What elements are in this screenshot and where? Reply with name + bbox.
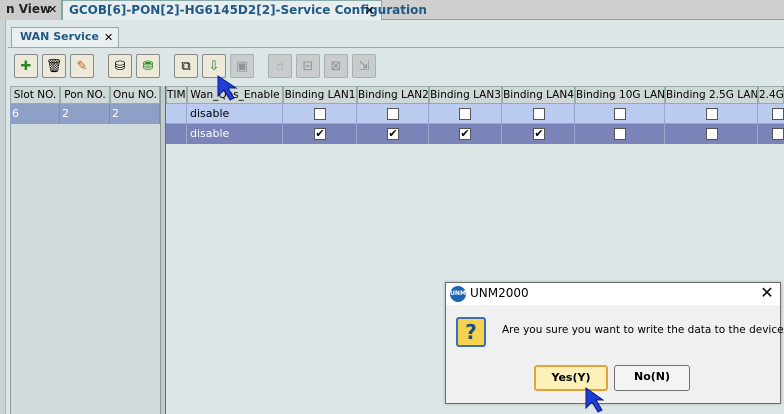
side-splitter[interactable] <box>0 20 6 414</box>
checkbox-lan4[interactable]: ✔ <box>533 128 545 140</box>
cell-pon[interactable]: 2 <box>60 104 110 124</box>
checkbox-lan1[interactable] <box>314 108 326 120</box>
close-icon[interactable]: ✕ <box>48 3 57 16</box>
disabled-tool-icon: ⇲ <box>358 58 370 74</box>
column-header-slot[interactable]: Slot NO. <box>10 86 60 104</box>
checkbox-24g[interactable] <box>772 108 784 120</box>
disabled-tool-button[interactable]: ⊠ <box>324 54 348 78</box>
tab-view[interactable]: n View ✕ <box>0 0 62 20</box>
no-button-label: No(N) <box>633 370 671 383</box>
cell-wan-qos[interactable]: disable <box>187 104 283 124</box>
column-header-time[interactable]: TIME <box>166 86 187 104</box>
close-icon[interactable]: ✕ <box>756 283 778 305</box>
no-button[interactable]: No(N) <box>614 365 690 391</box>
delete-icon: 🗑 <box>45 58 63 74</box>
divider <box>8 47 784 48</box>
cell-time[interactable] <box>166 124 187 144</box>
checkbox-lan3[interactable]: ✔ <box>459 128 471 140</box>
onu-table <box>10 86 160 414</box>
checkbox-lan2[interactable]: ✔ <box>387 128 399 140</box>
delete-button[interactable]: 🗑 <box>42 54 66 78</box>
column-header-24g[interactable]: 2.4G <box>758 86 784 104</box>
edit-button[interactable]: ✎ <box>70 54 94 78</box>
read-device-button[interactable]: ⧉ <box>174 54 198 78</box>
add-button[interactable]: ✚ <box>14 54 38 78</box>
disabled-tool-button[interactable]: ☝ <box>268 54 292 78</box>
cell-wan-qos[interactable]: disable <box>187 124 283 144</box>
add-icon: ✚ <box>20 58 32 74</box>
checkbox-lan25g[interactable] <box>706 108 718 120</box>
read-device-icon: ⧉ <box>181 58 191 74</box>
cell-slot[interactable]: 6 <box>10 104 60 124</box>
tab-view-label: n View <box>6 2 52 16</box>
tab-wan-service[interactable]: WAN Service ✕ <box>11 27 119 47</box>
column-header-lan1[interactable]: Binding LAN1 <box>283 86 357 104</box>
dialog-message: Are you sure you want to write the data … <box>502 324 784 336</box>
close-icon[interactable]: ✕ <box>365 4 374 17</box>
checkbox-lan3[interactable] <box>459 108 471 120</box>
close-icon[interactable]: ✕ <box>104 31 113 44</box>
unm-logo-icon: UNM <box>450 286 466 302</box>
column-header-lan25g[interactable]: Binding 2.5G LAN <box>665 86 758 104</box>
checkbox-24g[interactable] <box>772 128 784 140</box>
disabled-tool-icon: ⊟ <box>302 58 314 74</box>
save-db-icon: ⛃ <box>142 58 154 74</box>
column-header-lan2[interactable]: Binding LAN2 <box>357 86 429 104</box>
write-device-icon: ⇩ <box>208 58 220 74</box>
disabled-tool-icon: ⊠ <box>330 58 342 74</box>
tab-wan-service-label: WAN Service <box>20 30 99 43</box>
disabled-tool-button[interactable]: ⇲ <box>352 54 376 78</box>
save-db-button[interactable]: ⛃ <box>136 54 160 78</box>
cell-onu[interactable]: 2 <box>110 104 160 124</box>
mouse-cursor-icon <box>217 75 238 101</box>
cell-time[interactable] <box>166 104 187 124</box>
checkbox-lan10g[interactable] <box>614 108 626 120</box>
column-header-lan10g[interactable]: Binding 10G LAN <box>575 86 665 104</box>
column-header-onu[interactable]: Onu NO. <box>110 86 160 104</box>
dialog-title: UNM2000 <box>470 286 529 300</box>
checkbox-lan1[interactable]: ✔ <box>314 128 326 140</box>
disabled-tool-button[interactable]: ⊟ <box>296 54 320 78</box>
column-header-pon[interactable]: Pon NO. <box>60 86 110 104</box>
column-header-lan3[interactable]: Binding LAN3 <box>429 86 502 104</box>
checkbox-lan25g[interactable] <box>706 128 718 140</box>
disabled-tool-icon: ▣ <box>235 58 249 74</box>
checkbox-lan4[interactable] <box>533 108 545 120</box>
yes-button-label: Yes(Y) <box>551 371 591 384</box>
mouse-cursor-icon <box>585 387 604 413</box>
hand-icon: ☝ <box>276 58 284 74</box>
read-db-button[interactable]: ⛁ <box>108 54 132 78</box>
tab-service-configuration[interactable]: GCOB[6]-PON[2]-HG6145D2[2]-Service Confi… <box>62 0 427 20</box>
checkbox-lan10g[interactable] <box>614 128 626 140</box>
edit-icon: ✎ <box>76 58 88 74</box>
question-icon: ? <box>456 317 486 347</box>
checkbox-lan2[interactable] <box>387 108 399 120</box>
read-db-icon: ⛁ <box>114 58 126 74</box>
column-header-lan4[interactable]: Binding LAN4 <box>502 86 575 104</box>
